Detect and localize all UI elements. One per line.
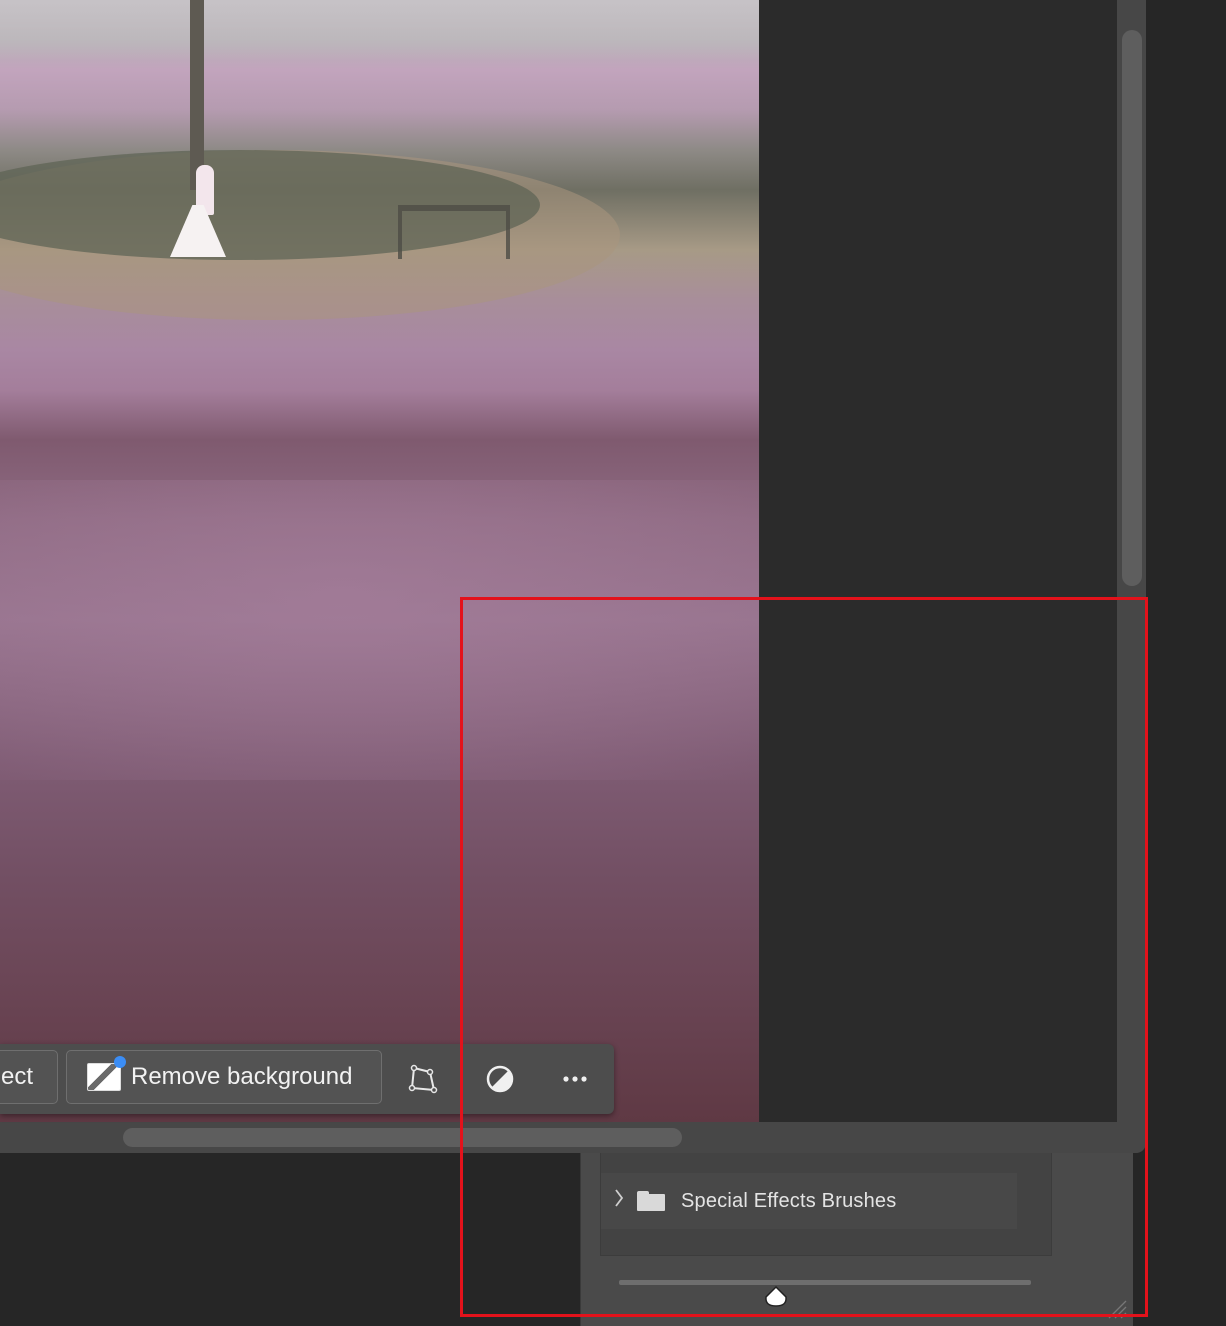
- transform-icon[interactable]: [406, 1062, 440, 1096]
- brush-list[interactable]: Special Effects Brushes: [600, 1153, 1052, 1256]
- folder-icon-body: [637, 1194, 665, 1211]
- document-image[interactable]: [0, 0, 759, 1122]
- brush-size-slider-track[interactable]: [619, 1280, 1031, 1285]
- adjustment-icon[interactable]: [483, 1062, 517, 1096]
- image-bench: [398, 205, 510, 259]
- brush-folder-label: Special Effects Brushes: [681, 1189, 897, 1212]
- document-window: ect Remove background: [0, 0, 1146, 1153]
- brushes-panel: Special Effects Brushes: [580, 1153, 1133, 1326]
- new-badge-dot: [114, 1056, 126, 1068]
- contextual-task-bar: ect Remove background: [0, 1044, 614, 1114]
- image-tree: [190, 0, 204, 190]
- horizontal-scroll-thumb[interactable]: [123, 1128, 682, 1147]
- more-options-icon[interactable]: [558, 1062, 592, 1096]
- canvas-area[interactable]: [0, 0, 1117, 1122]
- workspace-background: [1148, 0, 1226, 1326]
- chevron-right-icon[interactable]: [601, 1188, 637, 1214]
- image-haze: [0, 0, 759, 60]
- brush-size-slider-thumb[interactable]: [763, 1285, 789, 1314]
- select-subject-button[interactable]: ect: [0, 1050, 58, 1104]
- select-subject-label: ect: [1, 1063, 34, 1090]
- remove-background-label: Remove background: [131, 1063, 353, 1090]
- brush-folder-row[interactable]: Special Effects Brushes: [601, 1173, 1017, 1229]
- image-remove-bg-icon: [87, 1056, 126, 1091]
- remove-background-button[interactable]: Remove background: [66, 1050, 382, 1104]
- folder-icon: [637, 1191, 665, 1211]
- vertical-scroll-thumb[interactable]: [1122, 30, 1142, 586]
- panel-resize-grip[interactable]: [1107, 1299, 1127, 1319]
- image-fog: [0, 480, 759, 780]
